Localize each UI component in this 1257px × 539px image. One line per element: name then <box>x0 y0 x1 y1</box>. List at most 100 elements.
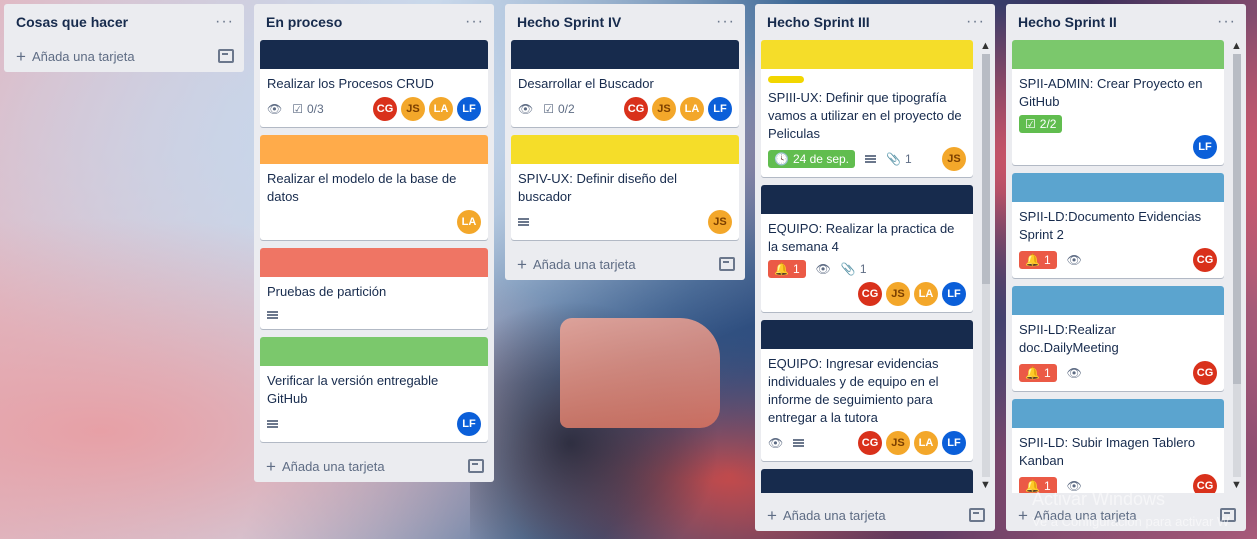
avatar-lf[interactable]: LF <box>457 412 481 436</box>
card-s2a[interactable]: SPII-ADMIN: Crear Proyecto en GitHub ☑ 2… <box>1012 40 1224 165</box>
card-p4[interactable]: Verificar la versión entregable GitHub L… <box>260 337 488 442</box>
avatar-la[interactable]: LA <box>680 97 704 121</box>
template-icon[interactable] <box>719 257 735 271</box>
notification-count: 1 <box>1043 366 1051 380</box>
card-title: SPII-LD:Realizar doc.DailyMeeting <box>1019 322 1119 355</box>
scroll-down-icon[interactable]: ▼ <box>1231 479 1242 491</box>
card-p2[interactable]: Realizar el modelo de la base de datos L… <box>260 135 488 240</box>
avatar-js[interactable]: JS <box>708 210 732 234</box>
avatar-cg[interactable]: CG <box>373 97 397 121</box>
list-menu-icon[interactable]: ··· <box>966 13 985 31</box>
avatar-la[interactable]: LA <box>914 431 938 455</box>
avatar-js[interactable]: JS <box>886 282 910 306</box>
list-title[interactable]: Hecho Sprint IV <box>517 14 621 30</box>
checklist-badge[interactable]: ☑ 2/2 <box>1019 115 1063 133</box>
list-menu-icon[interactable]: ··· <box>1217 13 1236 31</box>
list-title[interactable]: En proceso <box>266 14 342 30</box>
avatar-la[interactable]: LA <box>457 210 481 234</box>
card-title: Verificar la versión entregable GitHub <box>267 373 439 406</box>
avatar-lf[interactable]: LF <box>708 97 732 121</box>
card-s4a[interactable]: Desarrollar el Buscador 👁 ☑ 0/2 CG JS LA… <box>511 40 739 127</box>
add-card-label: Añada una tarjeta <box>532 256 636 272</box>
list-title[interactable]: Hecho Sprint II <box>1018 14 1117 30</box>
avatar-cg[interactable]: CG <box>858 431 882 455</box>
avatar-lf[interactable]: LF <box>942 431 966 455</box>
activate-windows-title: Activar Windows <box>1032 489 1166 509</box>
avatar-js[interactable]: JS <box>652 97 676 121</box>
add-card-button[interactable]: + Añada una tarjeta <box>505 248 745 280</box>
scrollbar[interactable]: ▲ ▼ <box>979 40 993 491</box>
avatar-lf[interactable]: LF <box>942 282 966 306</box>
list-title[interactable]: Hecho Sprint III <box>767 14 870 30</box>
card-p3[interactable]: Pruebas de partición <box>260 248 488 329</box>
card-cover <box>511 40 739 69</box>
card-cover <box>260 135 488 164</box>
attachment-badge: 📎 1 <box>840 262 867 276</box>
scroll-up-icon[interactable]: ▲ <box>1231 40 1242 52</box>
avatar-lf[interactable]: LF <box>1193 135 1217 159</box>
add-card-button[interactable]: + Añada una tarjeta <box>755 499 995 531</box>
description-icon <box>267 310 278 320</box>
list-cosas-que-hacer: Cosas que hacer ··· + Añada una tarjeta <box>4 4 244 72</box>
avatar-js[interactable]: JS <box>401 97 425 121</box>
list-menu-icon[interactable]: ··· <box>465 13 484 31</box>
notification-count: 1 <box>1043 253 1051 267</box>
list-header: Cosas que hacer ··· <box>4 4 244 40</box>
card-cover <box>761 320 973 349</box>
eye-icon: 👁 <box>768 436 784 450</box>
template-icon[interactable] <box>218 49 234 63</box>
avatar-cg[interactable]: CG <box>1193 361 1217 385</box>
card-cover <box>1012 173 1224 202</box>
notification-badge[interactable]: 🔔 1 <box>1019 364 1057 382</box>
eye-icon: 👁 <box>815 262 831 276</box>
eye-icon: 👁 <box>1066 366 1082 380</box>
scrollbar[interactable]: ▲ ▼ <box>1230 40 1244 491</box>
plus-icon: + <box>517 254 527 274</box>
card-cover <box>260 248 488 277</box>
avatar-js[interactable]: JS <box>886 431 910 455</box>
template-icon[interactable] <box>468 459 484 473</box>
card-s4b[interactable]: SPIV-UX: Definir diseño del buscador JS <box>511 135 739 240</box>
list-hecho-sprint-ii: Hecho Sprint II ··· SPII-ADMIN: Crear Pr… <box>1006 4 1246 531</box>
avatar-cg[interactable]: CG <box>858 282 882 306</box>
card-cover <box>260 40 488 69</box>
scroll-thumb[interactable] <box>982 54 990 284</box>
list-header: Hecho Sprint III ··· <box>755 4 995 40</box>
card-p1[interactable]: Realizar los Procesos CRUD 👁 ☑ 0/3 CG JS… <box>260 40 488 127</box>
list-title[interactable]: Cosas que hacer <box>16 14 128 30</box>
list-menu-icon[interactable]: ··· <box>716 13 735 31</box>
card-s3c[interactable]: EQUIPO: Ingresar evidencias individuales… <box>761 320 973 461</box>
list-menu-icon[interactable]: ··· <box>215 13 234 31</box>
notification-badge[interactable]: 🔔 1 <box>768 260 806 278</box>
avatar-cg[interactable]: CG <box>624 97 648 121</box>
avatar-lf[interactable]: LF <box>457 97 481 121</box>
notification-badge[interactable]: 🔔 1 <box>1019 251 1057 269</box>
avatar-cg[interactable]: CG <box>1193 474 1217 493</box>
plus-icon: + <box>266 456 276 476</box>
card-s2b[interactable]: SPII-LD:Documento Evidencias Sprint 2 🔔 … <box>1012 173 1224 278</box>
checklist-badge: ☑ 0/2 <box>543 102 575 116</box>
card-title: Desarrollar el Buscador <box>518 76 654 91</box>
description-icon <box>267 419 278 429</box>
add-card-button[interactable]: + Añada una tarjeta <box>254 450 494 482</box>
avatar-la[interactable]: LA <box>429 97 453 121</box>
scroll-up-icon[interactable]: ▲ <box>980 40 991 52</box>
due-date-badge[interactable]: 🕓 24 de sep. <box>768 150 855 168</box>
template-icon[interactable] <box>969 508 985 522</box>
add-card-label: Añada una tarjeta <box>281 458 385 474</box>
card-partial[interactable] <box>761 469 973 493</box>
avatar-cg[interactable]: CG <box>1193 248 1217 272</box>
card-s3a[interactable]: SPIII-UX: Definir que tipografía vamos a… <box>761 40 973 177</box>
card-cover <box>761 469 973 493</box>
eye-icon: 👁 <box>267 102 283 116</box>
plus-icon: + <box>1018 505 1028 525</box>
card-s2d[interactable]: SPII-LD: Subir Imagen Tablero Kanban 🔔 1… <box>1012 399 1224 493</box>
card-s3b[interactable]: EQUIPO: Realizar la practica de la seman… <box>761 185 973 312</box>
scroll-down-icon[interactable]: ▼ <box>980 479 991 491</box>
card-s2c[interactable]: SPII-LD:Realizar doc.DailyMeeting 🔔 1 👁 … <box>1012 286 1224 391</box>
card-label[interactable] <box>768 76 804 83</box>
scroll-thumb[interactable] <box>1233 54 1241 384</box>
add-card-button[interactable]: + Añada una tarjeta <box>4 40 244 72</box>
avatar-js[interactable]: JS <box>942 147 966 171</box>
avatar-la[interactable]: LA <box>914 282 938 306</box>
